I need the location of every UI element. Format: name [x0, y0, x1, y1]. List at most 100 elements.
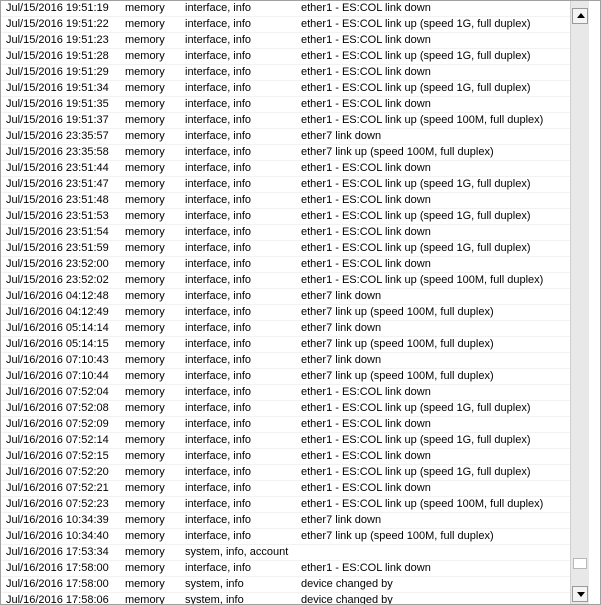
log-row[interactable]: Jul/16/2016 10:34:40 memory interface, inf… — [1, 529, 570, 545]
log-row[interactable]: Jul/16/2016 07:52:09 memory interface, inf… — [1, 417, 570, 433]
log-row[interactable]: Jul/15/2016 19:51:34 memory interface, inf… — [1, 81, 570, 97]
log-time-cell: Jul/15/2016 19:51:22 — [6, 18, 109, 30]
log-topics-cell: interface, info — [185, 2, 252, 14]
log-buffer-cell: memory — [125, 386, 165, 398]
arrow-up-icon — [577, 13, 585, 18]
log-topics-cell: interface, info — [185, 98, 252, 110]
log-topics-cell: interface, info — [185, 178, 252, 190]
log-row[interactable]: Jul/15/2016 23:51:54 memory interface, inf… — [1, 225, 570, 241]
log-buffer-cell: memory — [125, 82, 165, 94]
log-row[interactable]: Jul/16/2016 10:34:39 memory interface, inf… — [1, 513, 570, 529]
log-buffer-cell: memory — [125, 274, 165, 286]
log-row[interactable]: Jul/15/2016 19:51:37 memory interface, inf… — [1, 113, 570, 129]
log-row[interactable]: Jul/16/2016 05:14:15 memory interface, inf… — [1, 337, 570, 353]
log-message-cell: ether1 - ES:COL link up (speed 1G, full … — [301, 402, 531, 414]
log-topics-cell: interface, info — [185, 482, 252, 494]
log-time-cell: Jul/16/2016 17:58:00 — [6, 578, 109, 590]
log-row[interactable]: Jul/16/2016 17:58:06 memory system, info de… — [1, 593, 570, 604]
log-row[interactable]: Jul/16/2016 07:52:08 memory interface, inf… — [1, 401, 570, 417]
scroll-down-button[interactable] — [572, 586, 588, 602]
log-time-cell: Jul/15/2016 19:51:29 — [6, 66, 109, 78]
log-row[interactable]: Jul/16/2016 07:52:14 memory interface, inf… — [1, 433, 570, 449]
log-topics-cell: interface, info — [185, 162, 252, 174]
log-message-cell: ether7 link down — [301, 354, 382, 366]
log-row[interactable]: Jul/15/2016 19:51:22 memory interface, inf… — [1, 17, 570, 33]
log-row[interactable]: Jul/15/2016 23:52:02 memory interface, inf… — [1, 273, 570, 289]
log-message-cell: ether1 - ES:COL link down — [301, 2, 431, 14]
log-time-cell: Jul/16/2016 10:34:40 — [6, 530, 109, 542]
log-row[interactable]: Jul/15/2016 19:51:28 memory interface, inf… — [1, 49, 570, 65]
log-time-cell: Jul/15/2016 19:51:35 — [6, 98, 109, 110]
log-row[interactable]: Jul/16/2016 05:14:14 memory interface, inf… — [1, 321, 570, 337]
log-message-cell: ether1 - ES:COL link up (speed 1G, full … — [301, 466, 531, 478]
log-row[interactable]: Jul/15/2016 23:52:00 memory interface, inf… — [1, 257, 570, 273]
log-row[interactable]: Jul/15/2016 19:51:23 memory interface, inf… — [1, 33, 570, 49]
log-row[interactable]: Jul/15/2016 23:51:53 memory interface, inf… — [1, 209, 570, 225]
log-window: Jul/15/2016 19:51:19 memory interface, inf… — [0, 0, 601, 605]
log-time-cell: Jul/15/2016 23:51:54 — [6, 226, 109, 238]
log-time-cell: Jul/15/2016 23:51:48 — [6, 194, 109, 206]
log-time-cell: Jul/15/2016 23:51:59 — [6, 242, 109, 254]
log-time-cell: Jul/16/2016 17:58:06 — [6, 594, 109, 604]
log-buffer-cell: memory — [125, 482, 165, 494]
log-row[interactable]: Jul/16/2016 07:52:21 memory interface, inf… — [1, 481, 570, 497]
log-buffer-cell: memory — [125, 290, 165, 302]
log-buffer-cell: memory — [125, 562, 165, 574]
log-buffer-cell: memory — [125, 354, 165, 366]
log-time-cell: Jul/15/2016 23:35:58 — [6, 146, 109, 158]
log-time-cell: Jul/15/2016 23:51:47 — [6, 178, 109, 190]
log-time-cell: Jul/15/2016 19:51:37 — [6, 114, 109, 126]
log-row[interactable]: Jul/15/2016 19:51:29 memory interface, inf… — [1, 65, 570, 81]
log-topics-cell: interface, info — [185, 354, 252, 366]
log-row[interactable]: Jul/16/2016 07:10:43 memory interface, inf… — [1, 353, 570, 369]
log-buffer-cell: memory — [125, 402, 165, 414]
log-buffer-cell: memory — [125, 130, 165, 142]
log-time-cell: Jul/16/2016 17:53:34 — [6, 546, 109, 558]
scroll-up-button[interactable] — [572, 8, 588, 24]
log-row[interactable]: Jul/15/2016 23:35:58 memory interface, inf… — [1, 145, 570, 161]
log-row[interactable]: Jul/15/2016 23:51:48 memory interface, inf… — [1, 193, 570, 209]
log-buffer-cell: memory — [125, 178, 165, 190]
log-row[interactable]: Jul/16/2016 17:58:00 memory interface, inf… — [1, 561, 570, 577]
log-message-cell: ether7 link down — [301, 290, 382, 302]
log-row[interactable]: Jul/15/2016 23:35:57 memory interface, inf… — [1, 129, 570, 145]
scrollbar-thumb[interactable] — [573, 558, 587, 569]
log-row[interactable]: Jul/16/2016 07:52:04 memory interface, inf… — [1, 385, 570, 401]
log-topics-cell: interface, info — [185, 418, 252, 430]
log-message-cell: ether7 link up (speed 100M, full duplex) — [301, 530, 494, 542]
log-topics-cell: system, info, account — [185, 546, 289, 558]
log-buffer-cell: memory — [125, 66, 165, 78]
log-topics-cell: interface, info — [185, 290, 252, 302]
log-topics-cell: interface, info — [185, 82, 252, 94]
log-message-cell: ether1 - ES:COL link up (speed 1G, full … — [301, 242, 531, 254]
log-row[interactable]: Jul/16/2016 07:10:44 memory interface, inf… — [1, 369, 570, 385]
log-buffer-cell: memory — [125, 450, 165, 462]
log-row[interactable]: Jul/15/2016 19:51:35 memory interface, inf… — [1, 97, 570, 113]
log-row[interactable]: Jul/16/2016 17:53:34 memory system, info, … — [1, 545, 570, 561]
log-row[interactable]: Jul/16/2016 07:52:20 memory interface, inf… — [1, 465, 570, 481]
vertical-scrollbar[interactable] — [570, 1, 589, 604]
log-buffer-cell: memory — [125, 578, 165, 590]
log-buffer-cell: memory — [125, 210, 165, 222]
log-row[interactable]: Jul/15/2016 19:51:19 memory interface, inf… — [1, 1, 570, 17]
log-time-cell: Jul/16/2016 04:12:49 — [6, 306, 109, 318]
log-row[interactable]: Jul/16/2016 07:52:23 memory interface, inf… — [1, 497, 570, 513]
log-row[interactable]: Jul/16/2016 17:58:00 memory system, info de… — [1, 577, 570, 593]
log-message-cell: ether1 - ES:COL link down — [301, 258, 431, 270]
log-row[interactable]: Jul/15/2016 23:51:59 memory interface, inf… — [1, 241, 570, 257]
log-time-cell: Jul/16/2016 05:14:14 — [6, 322, 109, 334]
log-row[interactable]: Jul/15/2016 23:51:44 memory interface, inf… — [1, 161, 570, 177]
log-row[interactable]: Jul/16/2016 07:52:15 memory interface, inf… — [1, 449, 570, 465]
scrollbar-track[interactable] — [572, 24, 588, 586]
log-topics-cell: interface, info — [185, 370, 252, 382]
log-row[interactable]: Jul/16/2016 04:12:48 memory interface, inf… — [1, 289, 570, 305]
log-time-cell: Jul/15/2016 23:52:00 — [6, 258, 109, 270]
log-topics-cell: interface, info — [185, 562, 252, 574]
log-topics-cell: interface, info — [185, 114, 252, 126]
log-row[interactable]: Jul/15/2016 23:51:47 memory interface, inf… — [1, 177, 570, 193]
log-buffer-cell: memory — [125, 226, 165, 238]
log-time-cell: Jul/15/2016 19:51:34 — [6, 82, 109, 94]
log-row[interactable]: Jul/16/2016 04:12:49 memory interface, inf… — [1, 305, 570, 321]
log-buffer-cell: memory — [125, 194, 165, 206]
log-message-cell: ether1 - ES:COL link down — [301, 450, 431, 462]
